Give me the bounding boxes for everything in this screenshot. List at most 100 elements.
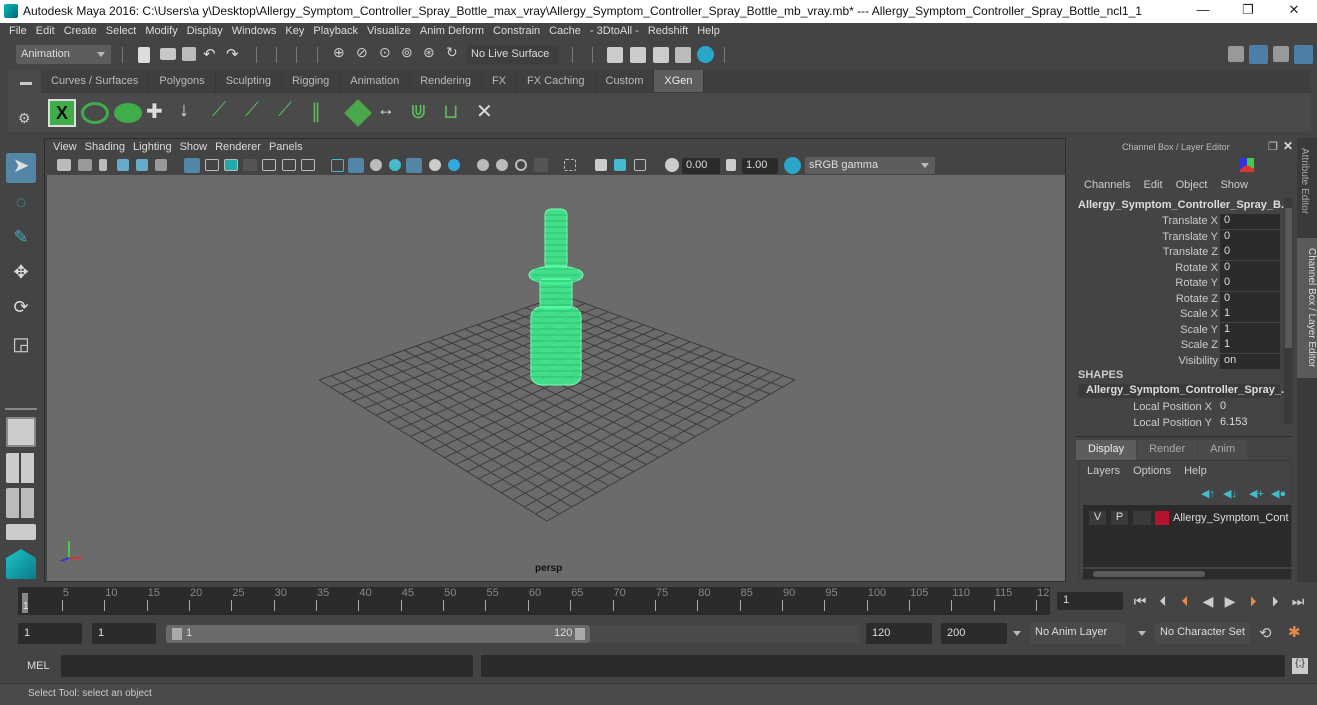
viewport-menu-lighting[interactable]: Lighting [133,141,172,153]
playback-end-field[interactable]: 120 [866,623,932,644]
move-tool-icon[interactable]: ✥ [6,262,36,292]
minimize-button[interactable]: — [1180,2,1226,22]
wireframe-on-shaded-icon[interactable] [370,159,382,171]
guide-frame-icon[interactable]: ⊔ [443,99,471,127]
shelf-tab-rendering[interactable]: Rendering [410,70,482,92]
move-layer-up-icon[interactable]: ◀↑ [1201,487,1215,500]
menuset-dropdown[interactable]: Animation [16,45,111,64]
channel-box-toggle-icon[interactable] [1294,45,1313,64]
shelf-tab-animation[interactable]: Animation [340,70,411,92]
step-back-frame-icon[interactable]: ⏴ [1154,593,1172,610]
safe-title-icon[interactable] [301,159,315,171]
anti-alias-icon[interactable] [515,159,527,171]
channel-row[interactable]: Rotate X0 [1072,260,1282,276]
current-frame-field[interactable]: 1 [1057,592,1123,610]
color-management-icon[interactable] [784,157,801,174]
menu-3dtoall[interactable]: - 3DtoAll - [590,23,639,37]
live-surface-field[interactable]: No Live Surface [466,45,559,64]
safe-action-icon[interactable] [282,159,296,171]
snap-projected-icon[interactable]: ↻ [446,44,458,61]
cb-menu-edit[interactable]: Edit [1144,179,1163,191]
object-name[interactable]: Allergy_Symptom_Controller_Spray_B... [1078,199,1290,211]
grid-guides-icon[interactable] [344,99,372,127]
bookmark-icon[interactable] [99,159,107,171]
shelf-menu-icon[interactable] [20,82,32,85]
shadows-icon[interactable] [448,159,460,171]
channel-value[interactable]: 0 [1220,276,1280,291]
viewport-menu-show[interactable]: Show [180,141,208,153]
auto-key-icon[interactable]: ⟲ [1259,624,1272,642]
snap-point-icon[interactable]: ⊙ [379,44,391,61]
xray-active-components-icon[interactable] [614,159,626,171]
select-tool-icon[interactable]: ➤ [6,153,36,183]
menu-select[interactable]: Select [106,23,137,37]
shelf-tab-custom[interactable]: Custom [596,70,655,92]
character-set-chevron-icon[interactable] [1138,631,1146,636]
maya-home-icon[interactable] [6,549,36,579]
play-forward-icon[interactable]: ▶ [1221,593,1239,610]
menu-file[interactable]: File [9,23,27,37]
layer-tab-render[interactable]: Render [1137,440,1198,460]
delete-guides-icon[interactable]: ✕ [476,99,504,127]
render-view-icon[interactable] [607,47,623,63]
lights-icon[interactable] [429,159,441,171]
layer-playback-toggle[interactable]: P [1111,511,1128,525]
layer-name[interactable]: Allergy_Symptom_Contro [1173,512,1289,524]
menu-key[interactable]: Key [285,23,304,37]
command-input[interactable] [61,655,473,677]
film-gate-icon[interactable] [205,159,219,171]
shape-channel-row[interactable]: Local Position X 0 [1072,400,1282,415]
range-slider[interactable]: 1 120 [166,625,590,643]
snap-grid-icon[interactable]: ⊕ [333,44,345,61]
resolution-gate-icon[interactable] [224,159,238,171]
layer-tab-anim[interactable]: Anim [1198,440,1248,460]
select-guides-icon[interactable]: ⟋ [245,99,273,127]
go-to-end-icon[interactable]: ⏭ [1289,593,1307,610]
modeling-toolkit-icon[interactable] [1228,46,1244,62]
channel-value[interactable]: 0 [1220,214,1280,229]
go-to-start-icon[interactable]: ⏮ [1131,593,1149,610]
redo-icon[interactable]: ↷ [226,45,239,63]
play-backward-icon[interactable]: ◀ [1199,593,1217,610]
channel-row[interactable]: Scale Z1 [1072,338,1282,353]
scale-tool-icon[interactable]: ◲ [6,334,36,364]
range-start-handle[interactable] [172,628,182,640]
render-settings-icon[interactable] [675,47,691,63]
step-forward-frame-icon[interactable]: ⏵ [1266,593,1284,610]
new-scene-icon[interactable] [138,47,150,63]
attribute-editor-tab[interactable]: Attribute Editor [1299,148,1310,214]
menu-display[interactable]: Display [187,23,223,37]
script-editor-icon[interactable]: {;} [1292,658,1308,674]
exposure-field[interactable]: 0.00 [682,158,720,174]
channel-value[interactable]: 1 [1220,338,1280,353]
ipr-render-icon[interactable] [653,47,669,63]
shelf-tab-xgen[interactable]: XGen [654,70,704,92]
undo-icon[interactable]: ↶ [203,45,216,63]
menu-windows[interactable]: Windows [232,23,277,37]
image-plane-icon[interactable] [117,159,129,171]
channel-value[interactable]: 0 [1220,291,1280,307]
lasso-tool-icon[interactable]: ◌ [6,192,36,222]
channel-row[interactable]: Scale X1 [1072,307,1282,322]
layer-display-type-toggle[interactable] [1133,511,1151,525]
shelf-tab-rigging[interactable]: Rigging [282,70,341,92]
channel-row[interactable]: Rotate Y0 [1072,276,1282,291]
paint-select-tool-icon[interactable]: ✎ [6,227,36,257]
snap-view-plane-icon[interactable]: ⊚ [401,44,413,61]
mel-label[interactable]: MEL [27,660,50,672]
textured-icon[interactable] [406,158,422,173]
menu-redshift[interactable]: Redshift [648,23,688,37]
depth-of-field-icon[interactable] [534,158,548,172]
snap-curve-icon[interactable]: ⊘ [356,44,368,61]
layer-menu-help[interactable]: Help [1184,465,1207,477]
channel-box-scrollbar[interactable] [1284,198,1293,424]
layer-menu-layers[interactable]: Layers [1087,465,1120,477]
camera-select-icon[interactable] [57,159,71,171]
single-pane-layout-icon[interactable] [6,417,36,447]
layer-visibility-toggle[interactable]: V [1089,511,1106,525]
gamma-field[interactable]: 1.00 [742,158,778,174]
menu-anim-deform[interactable]: Anim Deform [420,23,484,37]
open-scene-icon[interactable] [160,48,176,60]
rotate-tool-icon[interactable]: ⟳ [6,297,36,327]
channel-value[interactable]: 6.153 [1216,416,1276,431]
